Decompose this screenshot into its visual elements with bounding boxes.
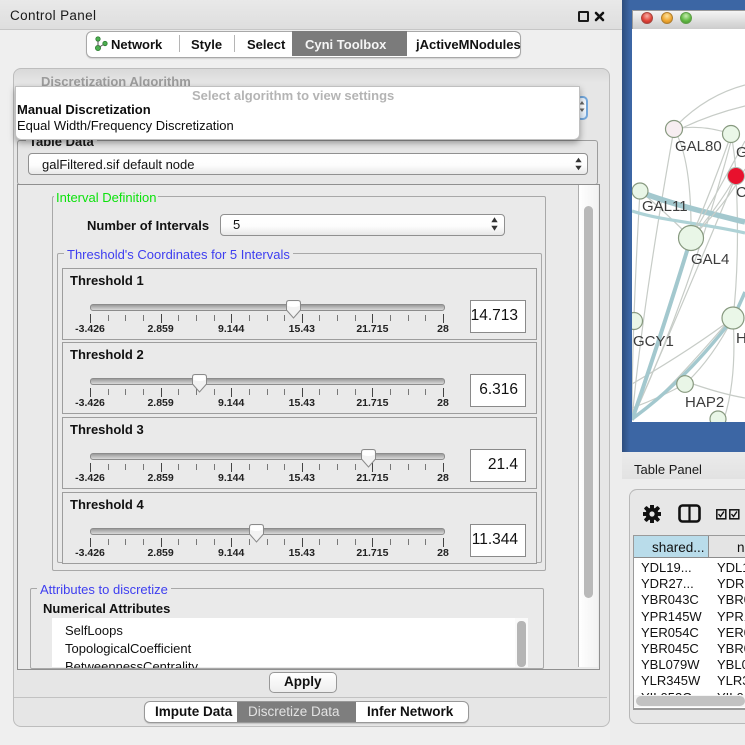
svg-text:H: H	[736, 330, 745, 347]
svg-text:GCY1: GCY1	[633, 333, 674, 350]
svg-text:GAL80: GAL80	[675, 138, 722, 155]
svg-text:C: C	[736, 184, 745, 201]
svg-text:GAL11: GAL11	[642, 198, 688, 215]
svg-text:HAP2: HAP2	[685, 394, 724, 411]
svg-text:GAL4: GAL4	[691, 251, 729, 268]
svg-text:G.: G.	[736, 144, 745, 161]
